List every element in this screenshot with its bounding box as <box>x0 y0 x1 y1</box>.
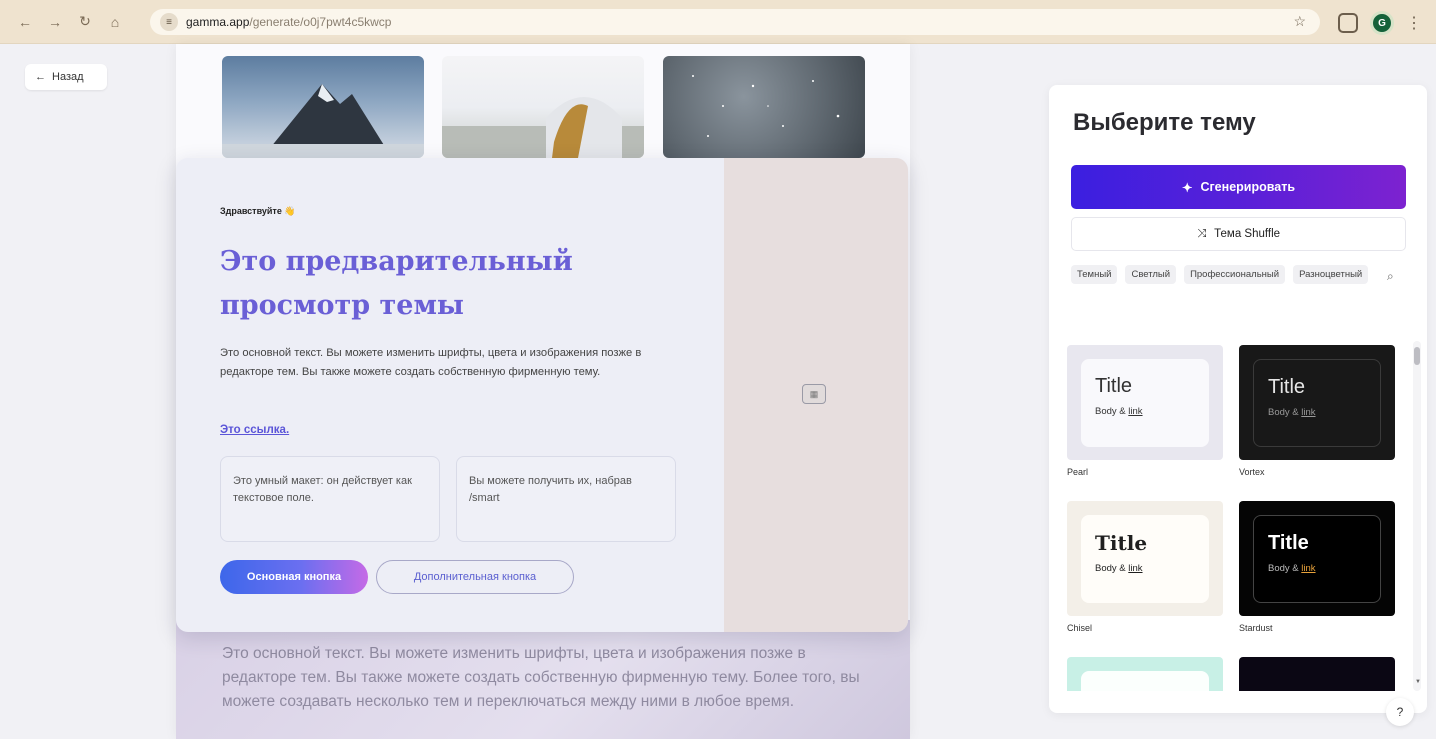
theme-body-label: Body & <box>1095 406 1129 417</box>
theme-name-chisel: Chisel <box>1067 623 1093 633</box>
preview-greeting: Здравствуйте 👋 <box>220 206 296 216</box>
theme-preview: Title Body & link <box>1253 515 1381 603</box>
theme-card-stardust[interactable]: Title Body & link <box>1239 501 1395 616</box>
theme-card-vortex[interactable]: Title Body & link <box>1239 345 1395 460</box>
mountain-image <box>222 56 424 158</box>
smart-layout-box-1: Это умный макет: он действует как тексто… <box>220 456 440 542</box>
theme-body-text: Body & link <box>1095 406 1195 417</box>
sparkle-icon: ✦ <box>1181 180 1193 195</box>
preview-heading: Это предварительный просмотр темы <box>220 246 573 321</box>
address-bar[interactable]: ≡ gamma.app /generate/o0j7pwt4c5kwcp ☆ <box>150 9 1320 35</box>
shuffle-button-label: Тема Shuffle <box>1214 228 1281 240</box>
theme-link-text: link <box>1301 563 1316 574</box>
theme-title-text: Title <box>1268 376 1306 398</box>
chip-light[interactable]: Светлый <box>1125 265 1177 284</box>
home-icon[interactable]: ⌂ <box>104 11 126 33</box>
theme-link-text: link <box>1128 563 1143 574</box>
theme-name-stardust: Stardust <box>1239 623 1273 633</box>
avatar[interactable]: G <box>1370 11 1394 35</box>
background-body-text: Это основной текст. Вы можете изменить ш… <box>222 645 860 710</box>
theme-body-label: Body & <box>1268 563 1302 574</box>
primary-button[interactable]: Основная кнопка <box>220 560 368 594</box>
theme-link-text: link <box>1128 406 1143 417</box>
theme-body-text: Body & link <box>1268 407 1366 418</box>
secondary-button[interactable]: Дополнительная кнопка <box>376 560 574 594</box>
theme-card-pearl[interactable]: Title Body & link <box>1067 345 1223 460</box>
panel-title: Выберите тему <box>1073 109 1256 136</box>
theme-title-text: Title <box>1095 375 1133 397</box>
url-path: /generate/o0j7pwt4c5kwcp <box>249 15 392 29</box>
theme-body-text: Body & link <box>1095 563 1195 574</box>
theme-grid-scrollbar[interactable] <box>1413 341 1421 691</box>
theme-preview <box>1081 671 1209 691</box>
theme-card-dark[interactable] <box>1239 657 1395 691</box>
chip-professional[interactable]: Профессиональный <box>1184 265 1286 284</box>
theme-preview-card: Здравствуйте 👋 Это предварительный просм… <box>176 158 908 632</box>
theme-grid: Title Body & link Pearl Title Body & lin… <box>1067 345 1403 691</box>
search-icon[interactable]: ⌕ <box>1387 269 1394 284</box>
observatory-image <box>442 56 644 158</box>
shuffle-theme-button[interactable]: ⤨ Тема Shuffle <box>1071 217 1406 251</box>
theme-link-text: link <box>1301 407 1316 418</box>
help-button[interactable]: ? <box>1386 698 1414 726</box>
theme-card-mint[interactable] <box>1067 657 1223 691</box>
theme-body-label: Body & <box>1268 407 1302 418</box>
chip-colorful[interactable]: Разноцветный <box>1293 265 1369 284</box>
generate-button[interactable]: ✦ Сгенерировать <box>1071 165 1406 209</box>
theme-body-text: Body & link <box>1268 563 1366 574</box>
theme-body-label: Body & <box>1095 563 1129 574</box>
scrollbar-thumb[interactable] <box>1414 347 1420 365</box>
theme-title-text: Title <box>1095 531 1148 555</box>
preview-body-text: Это основной текст. Вы можете изменить ш… <box>220 347 642 378</box>
back-icon[interactable]: ← <box>14 11 36 33</box>
forward-icon[interactable]: → <box>44 11 66 33</box>
star-icon[interactable]: ☆ <box>1293 13 1306 30</box>
theme-preview: Title Body & link <box>1081 359 1209 447</box>
theme-name-pearl: Pearl <box>1067 467 1089 477</box>
generate-button-label: Сгенерировать <box>1200 180 1296 194</box>
theme-name-vortex: Vortex <box>1239 467 1265 477</box>
starry-sky-image <box>663 56 865 158</box>
kebab-icon[interactable]: ⋮ <box>1406 13 1422 33</box>
preview-image-area: ▦ <box>724 158 908 632</box>
scroll-down-icon[interactable]: ▼ <box>1415 679 1421 685</box>
theme-card-chisel[interactable]: Title Body & link <box>1067 501 1223 616</box>
theme-preview: Title Body & link <box>1081 515 1209 603</box>
smart-layout-box-2: Вы можете получить их, набрав /smart <box>456 456 676 542</box>
tune-icon[interactable]: ≡ <box>160 13 178 31</box>
back-button[interactable]: ← Назад <box>25 64 107 90</box>
theme-filter-chips: Темный Светлый Профессиональный Разноцве… <box>1071 265 1377 284</box>
reload-icon[interactable]: ↻ <box>74 11 96 33</box>
image-placeholder-icon: ▦ <box>802 384 826 404</box>
shuffle-icon: ⤨ <box>1196 227 1207 240</box>
arrow-left-icon: ← <box>35 71 46 83</box>
theme-preview: Title Body & link <box>1253 359 1381 447</box>
url-host: gamma.app <box>186 15 250 29</box>
browser-chrome: ← → ↻ ⌂ ≡ gamma.app /generate/o0j7pwt4c5… <box>0 0 1436 44</box>
extensions-icon[interactable] <box>1338 13 1358 33</box>
theme-title-text: Title <box>1268 532 1309 554</box>
chip-dark[interactable]: Темный <box>1071 265 1118 284</box>
chrome-actions: G ⋮ <box>1338 11 1422 35</box>
preview-link[interactable]: Это ссылка. <box>220 424 289 436</box>
back-button-label: Назад <box>52 71 84 83</box>
theme-panel: Выберите тему ✦ Сгенерировать ⤨ Тема Shu… <box>1049 85 1427 713</box>
